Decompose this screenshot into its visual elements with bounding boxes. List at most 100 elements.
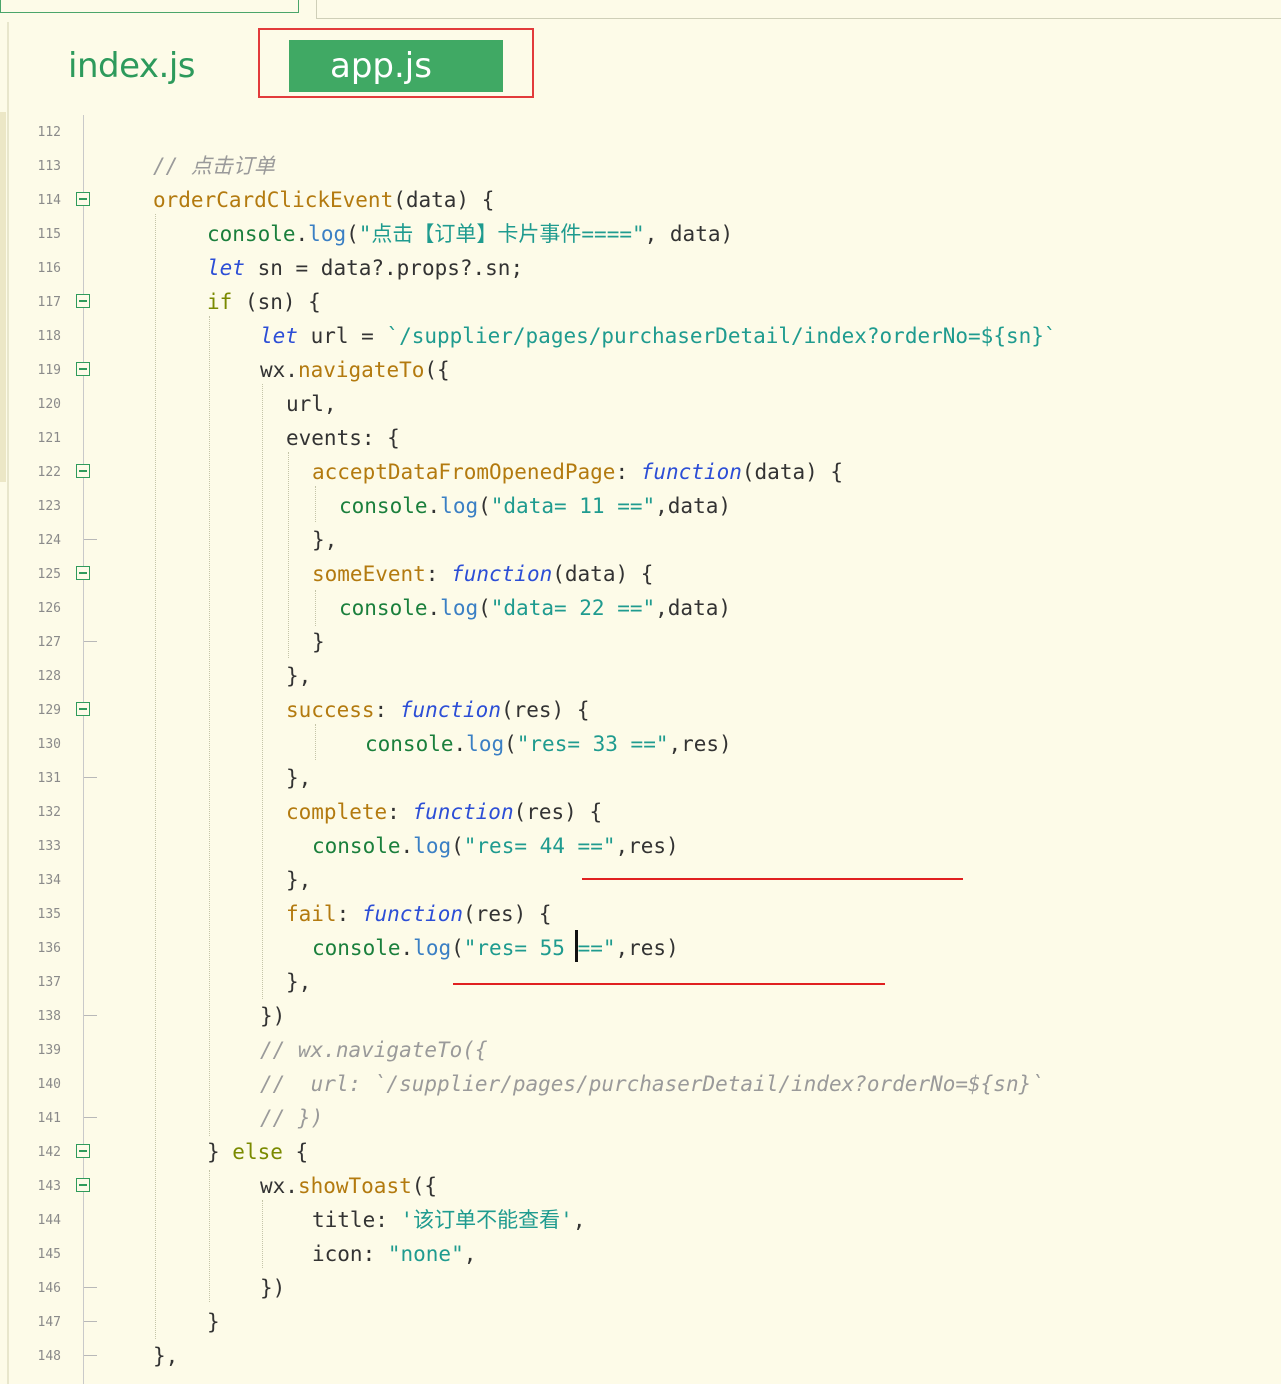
token: console [339, 494, 428, 518]
code-text: title: '该订单不能查看', [312, 1203, 585, 1237]
code-line[interactable]: 125 someEvent: function(data) { [0, 557, 1281, 591]
token: . [427, 494, 441, 518]
line-number: 123 [37, 499, 61, 514]
fold-end-marker [84, 539, 97, 540]
line-number: 127 [37, 635, 61, 650]
fold-collapse-icon[interactable] [76, 566, 90, 580]
token: someEvent [312, 562, 426, 586]
code-line[interactable]: 132 complete: function(res) { [0, 795, 1281, 829]
token: console [207, 222, 296, 246]
token: (data) { [393, 188, 495, 212]
code-text: }, [312, 523, 337, 557]
token: if [207, 290, 233, 314]
fold-collapse-icon[interactable] [76, 294, 90, 308]
token: '该订单不能查看' [400, 1208, 573, 1232]
code-line[interactable]: 124 }, [0, 523, 1281, 557]
token: ( [346, 222, 359, 246]
token: ,res) [615, 936, 679, 960]
fold-collapse-icon[interactable] [76, 362, 90, 376]
code-line[interactable]: 130 console.log("res= 33 ==",res) [0, 727, 1281, 761]
fold-end-marker [84, 777, 97, 778]
line-number: 132 [37, 805, 61, 820]
token: function [640, 460, 742, 484]
fold-collapse-icon[interactable] [76, 702, 90, 716]
text-cursor [575, 930, 578, 962]
code-line[interactable]: 146 }) [0, 1271, 1281, 1305]
code-line[interactable]: 128 }, [0, 659, 1281, 693]
code-line[interactable]: 129 success: function(res) { [0, 693, 1281, 727]
code-line[interactable]: 118 let url = `/supplier/pages/purchaser… [0, 319, 1281, 353]
code-text: let sn = data?.props?.sn; [207, 251, 523, 285]
code-line[interactable]: 142 } else { [0, 1135, 1281, 1169]
fold-collapse-icon[interactable] [76, 464, 90, 478]
token: "data= 22 ==" [490, 596, 656, 620]
code-line[interactable]: 136 console.log("res= 55 ==",res) [0, 931, 1281, 965]
token: url = [297, 324, 387, 348]
code-text: complete: function(res) { [286, 795, 602, 829]
token: ( [478, 596, 491, 620]
code-text: if (sn) { [207, 285, 321, 319]
code-line[interactable]: 117 if (sn) { [0, 285, 1281, 319]
code-text: } [207, 1305, 220, 1339]
code-line[interactable]: 113 // 点击订单 [0, 149, 1281, 183]
token: ,res) [615, 834, 679, 858]
token: . [295, 222, 309, 246]
code-text: } [312, 625, 325, 659]
fold-collapse-icon[interactable] [76, 1144, 90, 1158]
code-line[interactable]: 140 // url: `/supplier/pages/purchaserDe… [0, 1067, 1281, 1101]
token: ==" [564, 936, 616, 960]
code-line[interactable]: 122 acceptDataFromOpenedPage: function(d… [0, 455, 1281, 489]
code-line[interactable]: 127 } [0, 625, 1281, 659]
code-text: wx.showToast({ [260, 1169, 437, 1203]
line-number: 122 [37, 465, 61, 480]
code-line[interactable]: 131 }, [0, 761, 1281, 795]
token: wx. [260, 1174, 298, 1198]
fold-end-marker [84, 1287, 97, 1288]
code-text: console.log("data= 11 ==",data) [339, 489, 731, 523]
code-line[interactable]: 147 } [0, 1305, 1281, 1339]
code-line[interactable]: 143 wx.showToast({ [0, 1169, 1281, 1203]
fold-end-marker [84, 1321, 97, 1322]
code-line[interactable]: 126 console.log("data= 22 ==",data) [0, 591, 1281, 625]
code-line[interactable]: 141 // }) [0, 1101, 1281, 1135]
token: else [232, 1140, 283, 1164]
code-line[interactable]: 116 let sn = data?.props?.sn; [0, 251, 1281, 285]
code-line[interactable]: 134 }, [0, 863, 1281, 897]
code-text: someEvent: function(data) { [312, 557, 653, 591]
code-line[interactable]: 119 wx.navigateTo({ [0, 353, 1281, 387]
code-line[interactable]: 135 fail: function(res) { [0, 897, 1281, 931]
code-line[interactable]: 144 title: '该订单不能查看', [0, 1203, 1281, 1237]
code-text: acceptDataFromOpenedPage: function(data)… [312, 455, 843, 489]
token: console [365, 732, 454, 756]
code-line[interactable]: 123 console.log("data= 11 ==",data) [0, 489, 1281, 523]
comment: // url: `/supplier/pages/purchaserDetail… [260, 1072, 1044, 1096]
code-text: console.log("res= 55 ==",res) [312, 931, 679, 965]
code-line[interactable]: 115 console.log("点击【订单】卡片事件====", data) [0, 217, 1281, 251]
code-text: // 点击订单 [153, 149, 275, 183]
fold-end-marker [84, 1355, 97, 1356]
line-number: 143 [37, 1179, 61, 1194]
tab-index-js[interactable]: index.js [68, 44, 196, 88]
tab-app-js[interactable]: app.js [289, 40, 503, 92]
fold-collapse-icon[interactable] [76, 1178, 90, 1192]
code-line[interactable]: 120 url, [0, 387, 1281, 421]
code-text: url, [286, 387, 337, 421]
code-line[interactable]: 121 events: { [0, 421, 1281, 455]
line-number: 119 [37, 363, 61, 378]
code-line[interactable]: 139 // wx.navigateTo({ [0, 1033, 1281, 1067]
token: orderCardClickEvent [153, 188, 394, 212]
token: log [413, 936, 452, 960]
code-line[interactable]: 145 icon: "none", [0, 1237, 1281, 1271]
fold-collapse-icon[interactable] [76, 192, 90, 206]
code-line[interactable]: 138 }) [0, 999, 1281, 1033]
code-line[interactable]: 114 orderCardClickEvent(data) { [0, 183, 1281, 217]
code-line[interactable]: 133 console.log("res= 44 ==",res) [0, 829, 1281, 863]
top-left-panel-edge [0, 0, 299, 13]
token: }, [286, 664, 312, 688]
code-line[interactable]: 112 [0, 115, 1281, 149]
token: "data= 11 ==" [490, 494, 656, 518]
token: , data) [644, 222, 734, 246]
code-line[interactable]: 148 }, [0, 1339, 1281, 1373]
token: } [207, 1310, 220, 1334]
code-line[interactable]: 137 }, [0, 965, 1281, 999]
